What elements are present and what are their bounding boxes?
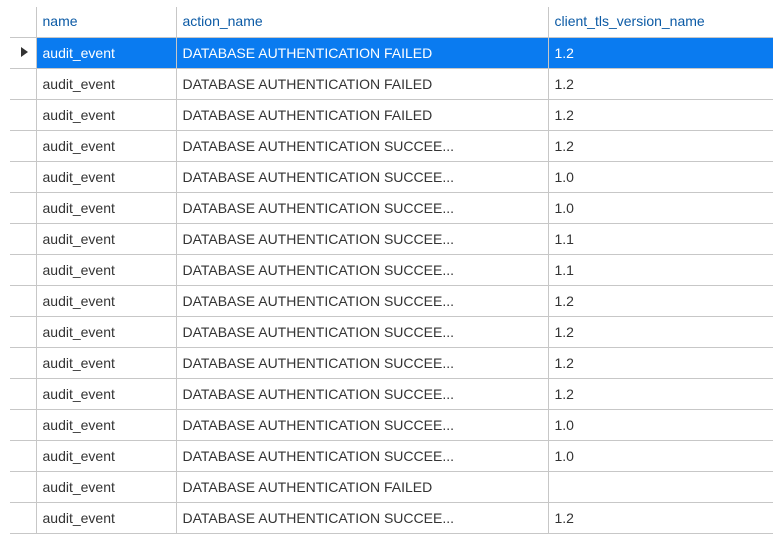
cell-client-tls-version-name[interactable]: 1.2 [548,69,773,100]
row-indicator-cell [10,69,36,100]
cell-client-tls-version-name[interactable]: 1.2 [548,348,773,379]
table-row[interactable]: audit_eventDATABASE AUTHENTICATION SUCCE… [10,131,773,162]
cell-name[interactable]: audit_event [36,317,176,348]
cell-name[interactable]: audit_event [36,224,176,255]
cell-name[interactable]: audit_event [36,286,176,317]
cell-name[interactable]: audit_event [36,38,176,69]
row-indicator-cell [10,162,36,193]
row-indicator-cell [10,286,36,317]
cell-name[interactable]: audit_event [36,441,176,472]
cell-action-name[interactable]: DATABASE AUTHENTICATION SUCCEE... [176,255,548,286]
cell-client-tls-version-name[interactable]: 1.2 [548,131,773,162]
cell-client-tls-version-name[interactable]: 1.2 [548,317,773,348]
cell-action-name[interactable]: DATABASE AUTHENTICATION FAILED [176,69,548,100]
cell-client-tls-version-name[interactable]: 1.2 [548,38,773,69]
table-row[interactable]: audit_eventDATABASE AUTHENTICATION FAILE… [10,69,773,100]
cell-name[interactable]: audit_event [36,379,176,410]
cell-action-name[interactable]: DATABASE AUTHENTICATION SUCCEE... [176,193,548,224]
cell-action-name[interactable]: DATABASE AUTHENTICATION SUCCEE... [176,410,548,441]
cell-action-name[interactable]: DATABASE AUTHENTICATION FAILED [176,38,548,69]
row-indicator-cell [10,100,36,131]
cell-client-tls-version-name[interactable]: 1.2 [548,503,773,534]
cell-action-name[interactable]: DATABASE AUTHENTICATION SUCCEE... [176,348,548,379]
row-indicator-cell [10,441,36,472]
cell-name[interactable]: audit_event [36,255,176,286]
cell-action-name[interactable]: DATABASE AUTHENTICATION FAILED [176,100,548,131]
cell-action-name[interactable]: DATABASE AUTHENTICATION SUCCEE... [176,162,548,193]
table-row[interactable]: audit_eventDATABASE AUTHENTICATION SUCCE… [10,255,773,286]
cell-client-tls-version-name[interactable]: 1.2 [548,379,773,410]
row-indicator-cell [10,410,36,441]
cell-name[interactable]: audit_event [36,348,176,379]
table-row[interactable]: audit_eventDATABASE AUTHENTICATION SUCCE… [10,441,773,472]
row-indicator-header [10,7,36,38]
cell-client-tls-version-name[interactable]: 1.1 [548,255,773,286]
cell-name[interactable]: audit_event [36,69,176,100]
column-header-client-tls-version-name[interactable]: client_tls_version_name [548,7,773,38]
row-indicator-cell [10,348,36,379]
table-row[interactable]: audit_eventDATABASE AUTHENTICATION SUCCE… [10,410,773,441]
cell-action-name[interactable]: DATABASE AUTHENTICATION SUCCEE... [176,317,548,348]
cell-name[interactable]: audit_event [36,472,176,503]
cell-client-tls-version-name[interactable]: 1.0 [548,193,773,224]
cell-action-name[interactable]: DATABASE AUTHENTICATION SUCCEE... [176,286,548,317]
cell-name[interactable]: audit_event [36,131,176,162]
row-indicator-cell [10,317,36,348]
results-grid[interactable]: name action_name client_tls_version_name… [0,0,778,534]
cell-action-name[interactable]: DATABASE AUTHENTICATION SUCCEE... [176,441,548,472]
cell-client-tls-version-name[interactable]: 1.2 [548,286,773,317]
cell-name[interactable]: audit_event [36,100,176,131]
row-indicator-cell [10,503,36,534]
cell-client-tls-version-name[interactable]: 1.1 [548,224,773,255]
table-row[interactable]: audit_eventDATABASE AUTHENTICATION FAILE… [10,472,773,503]
table-row[interactable]: audit_eventDATABASE AUTHENTICATION SUCCE… [10,286,773,317]
table-row[interactable]: audit_eventDATABASE AUTHENTICATION SUCCE… [10,162,773,193]
cell-client-tls-version-name[interactable]: 1.0 [548,410,773,441]
column-header-action-name[interactable]: action_name [176,7,548,38]
cell-client-tls-version-name[interactable]: 1.0 [548,162,773,193]
current-row-indicator-icon [21,47,28,57]
table-row[interactable]: audit_eventDATABASE AUTHENTICATION FAILE… [10,100,773,131]
row-indicator-cell [10,379,36,410]
row-indicator-cell [10,193,36,224]
cell-name[interactable]: audit_event [36,503,176,534]
column-header-name[interactable]: name [36,7,176,38]
table-row[interactable]: audit_eventDATABASE AUTHENTICATION SUCCE… [10,379,773,410]
table-row[interactable]: audit_eventDATABASE AUTHENTICATION FAILE… [10,38,773,69]
table-row[interactable]: audit_eventDATABASE AUTHENTICATION SUCCE… [10,348,773,379]
row-indicator-cell [10,131,36,162]
table-row[interactable]: audit_eventDATABASE AUTHENTICATION SUCCE… [10,224,773,255]
table-row[interactable]: audit_eventDATABASE AUTHENTICATION SUCCE… [10,317,773,348]
row-indicator-cell [10,38,36,69]
cell-name[interactable]: audit_event [36,193,176,224]
cell-action-name[interactable]: DATABASE AUTHENTICATION SUCCEE... [176,379,548,410]
cell-action-name[interactable]: DATABASE AUTHENTICATION SUCCEE... [176,503,548,534]
cell-client-tls-version-name[interactable]: 1.2 [548,100,773,131]
cell-client-tls-version-name[interactable] [548,472,773,503]
results-table: name action_name client_tls_version_name… [10,7,773,534]
cell-action-name[interactable]: DATABASE AUTHENTICATION SUCCEE... [176,131,548,162]
cell-name[interactable]: audit_event [36,162,176,193]
row-indicator-cell [10,255,36,286]
cell-client-tls-version-name[interactable]: 1.0 [548,441,773,472]
cell-action-name[interactable]: DATABASE AUTHENTICATION SUCCEE... [176,224,548,255]
row-indicator-cell [10,224,36,255]
header-row: name action_name client_tls_version_name [10,7,773,38]
cell-action-name[interactable]: DATABASE AUTHENTICATION FAILED [176,472,548,503]
table-row[interactable]: audit_eventDATABASE AUTHENTICATION SUCCE… [10,503,773,534]
row-indicator-cell [10,472,36,503]
cell-name[interactable]: audit_event [36,410,176,441]
table-row[interactable]: audit_eventDATABASE AUTHENTICATION SUCCE… [10,193,773,224]
